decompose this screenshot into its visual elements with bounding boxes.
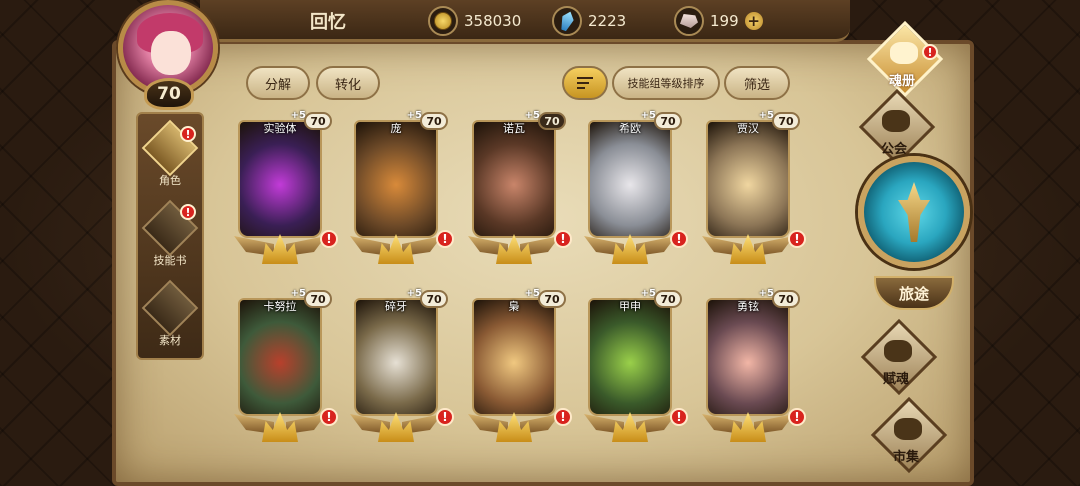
character-alert-badge: !	[436, 230, 454, 248]
character-portrait	[706, 120, 790, 238]
character-level-badge: 70	[654, 112, 682, 130]
gold-value: 358030	[464, 12, 522, 30]
character-card[interactable]: 实验体 +5 70!	[232, 110, 338, 272]
player-level-badge: 70	[144, 78, 194, 110]
gold-currency: 358030	[428, 5, 521, 37]
nav-soul-book[interactable]: 魂册	[852, 20, 952, 98]
character-portrait	[472, 298, 556, 416]
character-portrait	[588, 298, 672, 416]
character-alert-badge: !	[554, 230, 572, 248]
character-level-badge: 70	[538, 112, 566, 130]
sidebar-item-materials[interactable]: 素材	[138, 279, 202, 354]
character-level-badge: 70	[420, 112, 448, 130]
character-card[interactable]: 诺瓦 +5 70!	[466, 110, 572, 272]
journey-button[interactable]: 旅途	[852, 156, 972, 316]
character-card[interactable]: 贾汉 +5 70!	[700, 110, 806, 272]
character-level-badge: 70	[304, 290, 332, 308]
character-alert-badge: !	[320, 230, 338, 248]
character-alert-badge: !	[554, 408, 572, 426]
character-alert-badge: !	[436, 408, 454, 426]
gold-coin-icon	[428, 6, 458, 36]
character-card[interactable]: 希欧 +5 70!	[582, 110, 688, 272]
character-portrait	[472, 120, 556, 238]
crystal-value: 2223	[588, 12, 627, 30]
character-level-badge: 70	[654, 290, 682, 308]
sidebar-characters-alert: !	[180, 126, 196, 142]
left-sidebar: 角色 ! 技能书 ! 素材	[136, 112, 204, 360]
decompose-button[interactable]: 分解	[246, 66, 310, 100]
nav-soul-book-alert: !	[922, 44, 938, 60]
character-alert-badge: !	[320, 408, 338, 426]
convert-button[interactable]: 转化	[316, 66, 380, 100]
character-portrait	[238, 298, 322, 416]
character-level-badge: 70	[420, 290, 448, 308]
character-alert-badge: !	[670, 230, 688, 248]
character-portrait	[588, 120, 672, 238]
sidebar-skillbooks-alert: !	[180, 204, 196, 220]
crown-rank-icon	[466, 406, 562, 448]
character-card[interactable]: 碎牙 +5 70!	[348, 288, 454, 450]
character-card[interactable]: 卡努拉 +5 70!	[232, 288, 338, 450]
character-card[interactable]: 甲申 +5 70!	[582, 288, 688, 450]
crystal-currency: 2223	[552, 5, 626, 37]
character-alert-badge: !	[670, 408, 688, 426]
character-level-badge: 70	[772, 112, 800, 130]
sort-order-button[interactable]	[562, 66, 608, 100]
page-title: 回忆	[310, 12, 346, 33]
crown-rank-icon	[466, 228, 562, 270]
nav-market[interactable]: 市集	[856, 396, 956, 474]
crown-rank-icon	[232, 228, 328, 270]
crown-rank-icon	[582, 228, 678, 270]
crown-rank-icon	[700, 406, 796, 448]
stone-icon	[674, 6, 704, 36]
crown-rank-icon	[582, 406, 678, 448]
crown-rank-icon	[700, 228, 796, 270]
filter-button[interactable]: 筛选	[724, 66, 790, 100]
character-alert-badge: !	[788, 230, 806, 248]
blue-crystal-icon	[552, 6, 582, 36]
character-alert-badge: !	[788, 408, 806, 426]
character-portrait	[354, 120, 438, 238]
character-level-badge: 70	[304, 112, 332, 130]
sort-lines-icon	[577, 77, 593, 89]
crown-rank-icon	[348, 228, 444, 270]
character-portrait	[706, 298, 790, 416]
character-card[interactable]: 庞 +5 70!	[348, 110, 454, 272]
character-portrait	[354, 298, 438, 416]
crown-rank-icon	[348, 406, 444, 448]
nav-soul-infusion[interactable]: 赋魂	[846, 318, 946, 396]
sort-by-skill-level-button[interactable]: 技能组等级排序	[612, 66, 720, 100]
materials-icon	[141, 279, 199, 337]
stone-currency: 199 +	[674, 5, 763, 37]
character-level-badge: 70	[538, 290, 566, 308]
character-portrait	[238, 120, 322, 238]
crown-rank-icon	[232, 406, 328, 448]
add-stone-button[interactable]: +	[744, 12, 763, 30]
stone-value: 199	[710, 12, 739, 30]
character-card[interactable]: 勇铉 +5 70!	[700, 288, 806, 450]
character-level-badge: 70	[772, 290, 800, 308]
character-card[interactable]: 梟 +5 70!	[466, 288, 572, 450]
